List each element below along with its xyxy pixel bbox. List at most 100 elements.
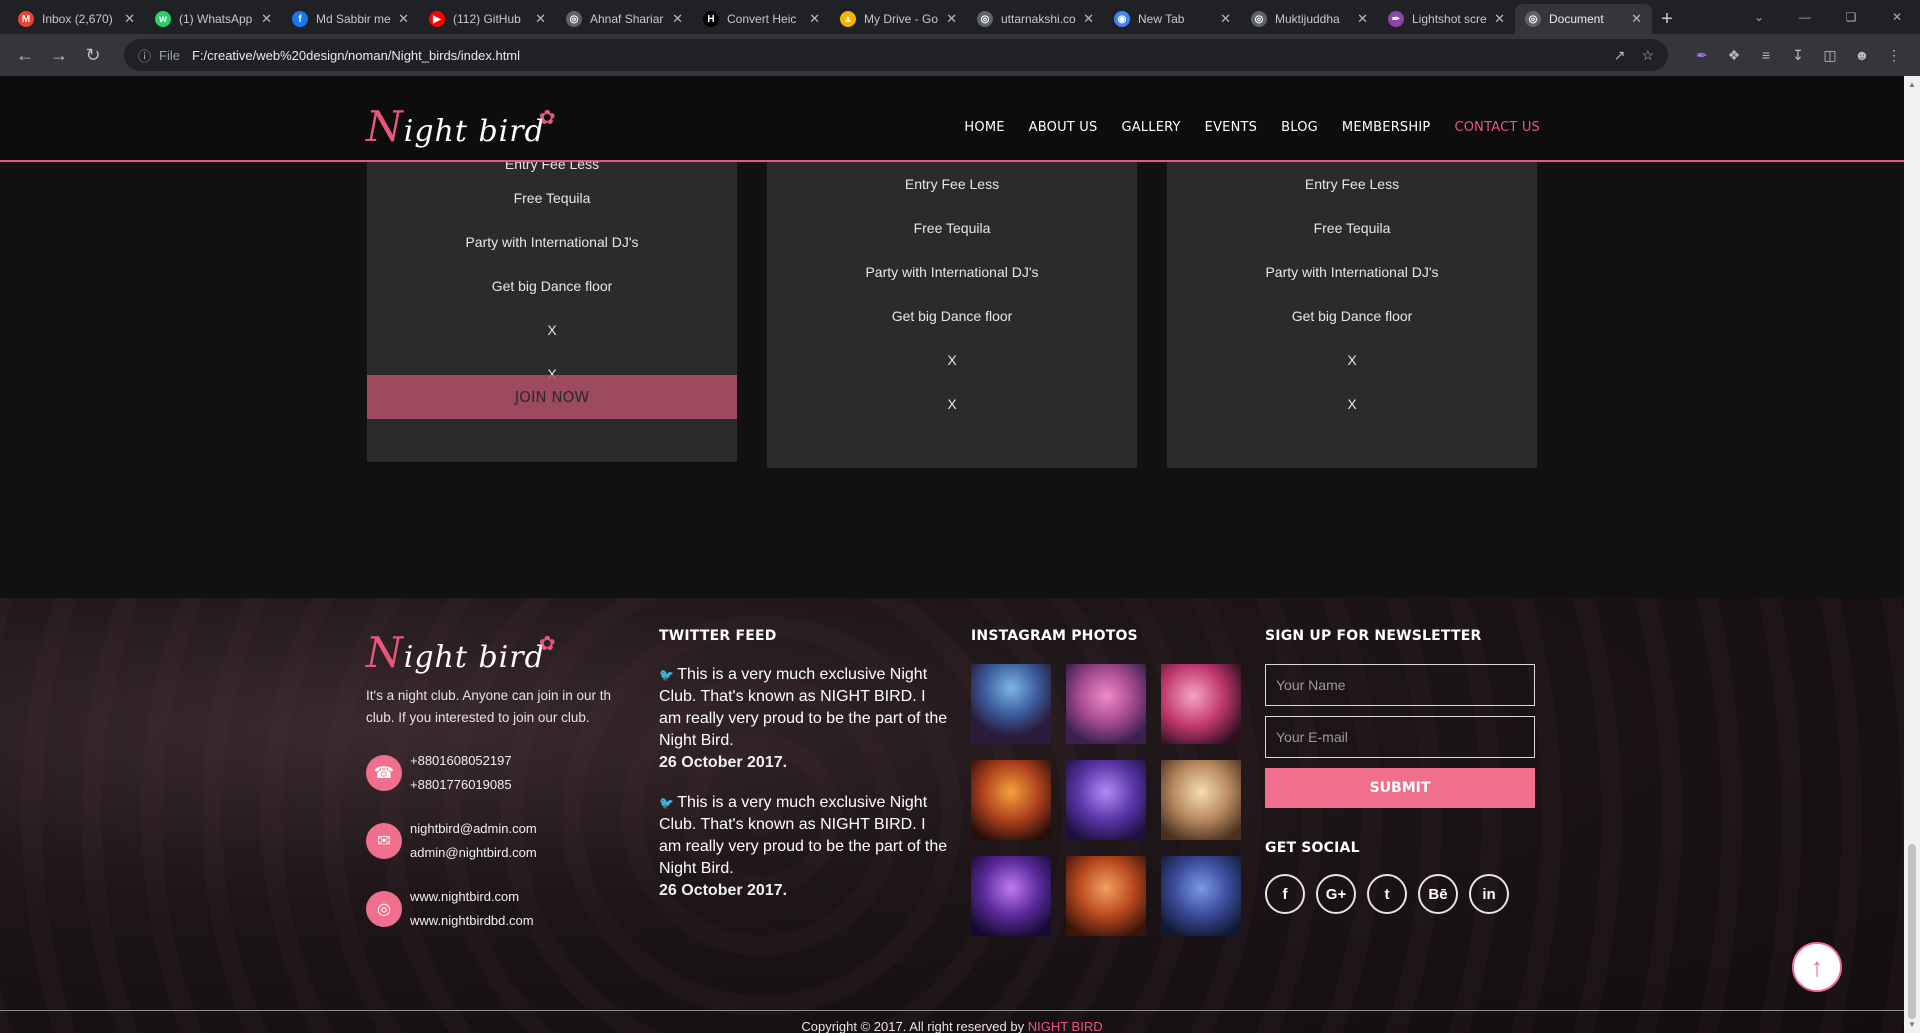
close-tab-icon[interactable]: ✕	[124, 11, 135, 27]
profile-avatar[interactable]: ☻	[1846, 47, 1878, 64]
contact-item: ✉ nightbird@admin.com admin@nightbird.com	[366, 817, 636, 865]
newsletter-title: SIGN UP FOR NEWSLETTER	[1265, 628, 1482, 644]
instagram-photo[interactable]	[1161, 760, 1241, 840]
browser-tab[interactable]: ◎ Document ✕	[1515, 4, 1652, 34]
instagram-photo[interactable]	[1066, 856, 1146, 936]
new-tab-button[interactable]: +	[1652, 4, 1682, 34]
pricing-item: Get big Dance floor	[491, 278, 613, 294]
close-tab-icon[interactable]: ✕	[672, 11, 683, 27]
email-input[interactable]	[1265, 716, 1535, 758]
join-now-button[interactable]: JOIN NOW	[367, 375, 737, 419]
site-header: Night bird ✿ HOME ABOUT US GALLERY EVENTS BL…	[0, 76, 1904, 162]
page-scrollbar[interactable]: ▲ ▼	[1904, 76, 1920, 1033]
contact-line[interactable]: www.nightbirdbd.com	[410, 909, 534, 933]
browser-tab[interactable]: ▶ (112) GitHub ✕	[419, 4, 556, 34]
browser-tab[interactable]: ▲ My Drive - Go ✕	[830, 4, 967, 34]
contact-line[interactable]: +8801608052197	[410, 749, 512, 773]
browser-tab[interactable]: ✒ Lightshot scre ✕	[1378, 4, 1515, 34]
nav-gallery[interactable]: GALLERY	[1121, 120, 1180, 135]
restore-button[interactable]: ❏	[1828, 0, 1874, 34]
social-links: f G+ t Bē in	[1265, 874, 1535, 914]
scroll-down-arrow-icon[interactable]: ▼	[1908, 1020, 1916, 1029]
reading-list-icon[interactable]: ≡	[1750, 47, 1782, 64]
browser-tab[interactable]: ◎ Muktijuddha ✕	[1241, 4, 1378, 34]
close-tab-icon[interactable]: ✕	[1494, 11, 1505, 27]
pricing-item: Get big Dance floor	[1291, 308, 1413, 324]
chrome-icon: ◉	[1114, 11, 1130, 27]
pricing-item: Get big Dance floor	[891, 308, 1013, 324]
scroll-to-top-button[interactable]: ↑	[1792, 942, 1842, 992]
newsletter-column: SIGN UP FOR NEWSLETTER SUBMIT GET SOCIAL…	[1265, 628, 1535, 914]
twitter-feed-title: TWITTER FEED	[659, 628, 777, 644]
close-tab-icon[interactable]: ✕	[1631, 11, 1642, 27]
browser-tab[interactable]: ◉ New Tab ✕	[1104, 4, 1241, 34]
browser-tab[interactable]: M Inbox (2,670) ✕	[8, 4, 145, 34]
minimize-button[interactable]: —	[1782, 0, 1828, 34]
side-panel-icon[interactable]: ◫	[1814, 47, 1846, 64]
close-tab-icon[interactable]: ✕	[535, 11, 546, 27]
menu-kebab-icon[interactable]: ⋮	[1878, 47, 1910, 64]
close-tab-icon[interactable]: ✕	[261, 11, 272, 27]
browser-tab[interactable]: H Convert Heic ✕	[693, 4, 830, 34]
scroll-up-arrow-icon[interactable]: ▲	[1908, 80, 1916, 89]
instagram-photo[interactable]	[1161, 664, 1241, 744]
tab-title: Document	[1549, 12, 1604, 26]
close-tab-icon[interactable]: ✕	[398, 11, 409, 27]
nav-about-us[interactable]: ABOUT US	[1029, 120, 1098, 135]
close-tab-icon[interactable]: ✕	[1357, 11, 1368, 27]
download-icon[interactable]: ↧	[1782, 47, 1814, 64]
bookmark-star-icon[interactable]: ☆	[1641, 47, 1654, 64]
share-icon[interactable]: ↗	[1614, 47, 1626, 64]
browser-tab[interactable]: w (1) WhatsApp ✕	[145, 4, 282, 34]
close-tab-icon[interactable]: ✕	[1220, 11, 1231, 27]
contact-line[interactable]: www.nightbird.com	[410, 885, 534, 909]
reload-button[interactable]: ↻	[78, 40, 108, 70]
pricing-item: Entry Fee Less	[504, 162, 600, 172]
close-tab-icon[interactable]: ✕	[1083, 11, 1094, 27]
close-tab-icon[interactable]: ✕	[946, 11, 957, 27]
get-social-title: GET SOCIAL	[1265, 840, 1360, 856]
pricing-item: X	[1347, 396, 1357, 412]
browser-tab[interactable]: ◎ uttarnakshi.co ✕	[967, 4, 1104, 34]
instagram-photo[interactable]	[971, 856, 1051, 936]
name-input[interactable]	[1265, 664, 1535, 706]
address-bar[interactable]: ⓘ File F:/creative/web%20design/noman/Ni…	[124, 39, 1668, 71]
url-text[interactable]: F:/creative/web%20design/noman/Night_bir…	[192, 48, 1598, 63]
contact-line[interactable]: nightbird@admin.com	[410, 817, 537, 841]
browser-tab[interactable]: ◎ Ahnaf Shariar ✕	[556, 4, 693, 34]
instagram-photo[interactable]	[971, 664, 1051, 744]
scrollbar-thumb[interactable]	[1908, 844, 1916, 1019]
lightshot-extension-icon[interactable]: ✒	[1686, 47, 1718, 64]
contact-item: ☎ +8801608052197 +8801776019085	[366, 749, 636, 797]
instagram-photo[interactable]	[1161, 856, 1241, 936]
footer-logo-text: Night bird	[366, 628, 545, 677]
behance-icon[interactable]: Bē	[1418, 874, 1458, 914]
copyright-brand[interactable]: NIGHT BIRD	[1028, 1019, 1103, 1033]
site-info-icon[interactable]: ⓘ	[138, 46, 151, 65]
instagram-photo[interactable]	[1066, 760, 1146, 840]
instagram-photo[interactable]	[971, 760, 1051, 840]
linkedin-icon[interactable]: in	[1469, 874, 1509, 914]
contact-line[interactable]: admin@nightbird.com	[410, 841, 537, 865]
google-plus-icon[interactable]: G+	[1316, 874, 1356, 914]
back-button[interactable]: ←	[10, 40, 40, 70]
forward-button[interactable]: →	[44, 40, 74, 70]
facebook-icon[interactable]: f	[1265, 874, 1305, 914]
puzzle-icon[interactable]: ❖	[1718, 47, 1750, 64]
nav-home[interactable]: HOME	[964, 120, 1004, 135]
nav-blog[interactable]: BLOG	[1281, 120, 1318, 135]
close-window-button[interactable]: ✕	[1874, 0, 1920, 34]
pricing-item: Entry Fee Less	[1304, 176, 1400, 192]
submit-button[interactable]: SUBMIT	[1265, 768, 1535, 808]
contact-line[interactable]: +8801776019085	[410, 773, 512, 797]
site-logo[interactable]: Night bird ✿	[366, 102, 556, 151]
nav-contact-us[interactable]: CONTACT US	[1454, 120, 1540, 135]
instagram-photo[interactable]	[1066, 664, 1146, 744]
tab-search-icon[interactable]: ⌄	[1736, 0, 1782, 34]
nav-membership[interactable]: MEMBERSHIP	[1342, 120, 1431, 135]
nav-events[interactable]: EVENTS	[1205, 120, 1257, 135]
browser-tab[interactable]: f Md Sabbir me ✕	[282, 4, 419, 34]
close-tab-icon[interactable]: ✕	[809, 11, 820, 27]
footer-logo[interactable]: Night bird ✿	[366, 628, 636, 677]
twitter-icon[interactable]: t	[1367, 874, 1407, 914]
